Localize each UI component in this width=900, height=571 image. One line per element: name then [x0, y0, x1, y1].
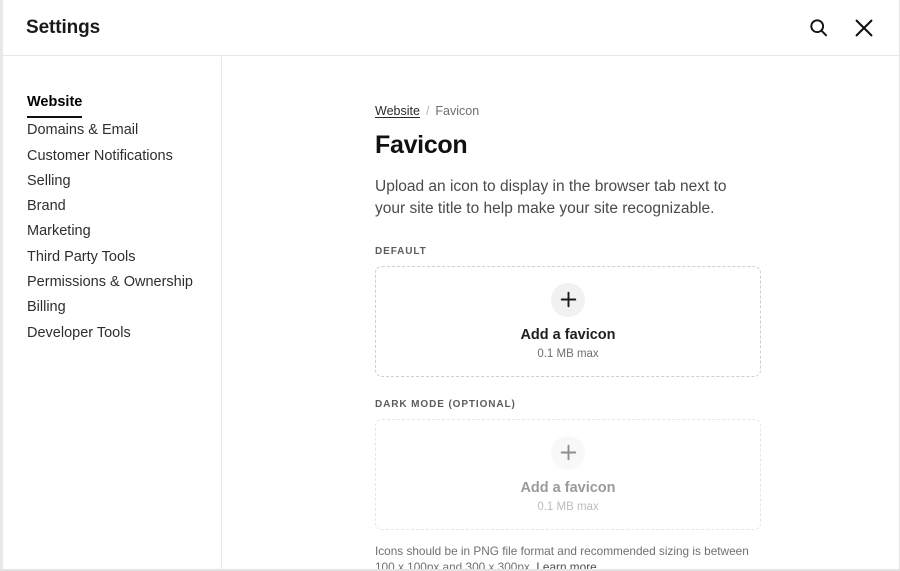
page-title: Favicon	[375, 131, 468, 159]
sidebar-item-label: Third Party Tools	[27, 248, 136, 265]
settings-window: Settings Website Domains & Email Custome…	[0, 0, 900, 571]
window-title: Settings	[26, 16, 101, 38]
breadcrumb-separator: /	[425, 104, 430, 118]
dropzone-title: Add a favicon	[520, 479, 616, 496]
sidebar-item-label: Website	[27, 90, 83, 119]
sidebar-item-domains-email[interactable]: Domains & Email	[3, 118, 221, 143]
dropzone-subtitle: 0.1 MB max	[537, 348, 599, 360]
header-actions	[803, 13, 879, 43]
default-section-label: DEFAULT	[375, 246, 427, 257]
window-header: Settings	[3, 0, 899, 56]
sidebar-item-billing[interactable]: Billing	[3, 295, 221, 320]
breadcrumb: Website / Favicon	[375, 104, 899, 118]
sidebar-item-label: Marketing	[27, 223, 91, 240]
sidebar-item-label: Selling	[27, 172, 71, 189]
sidebar-item-developer-tools[interactable]: Developer Tools	[3, 321, 221, 346]
favicon-dark-mode-dropzone[interactable]: Add a favicon 0.1 MB max	[375, 419, 761, 530]
sidebar-item-customer-notifications[interactable]: Customer Notifications	[3, 144, 221, 169]
dark-mode-section-label: DARK MODE (OPTIONAL)	[375, 399, 516, 410]
breadcrumb-current: Favicon	[435, 104, 480, 118]
plus-icon	[551, 282, 585, 317]
learn-more-link[interactable]: Learn more	[536, 560, 596, 569]
sidebar-item-label: Developer Tools	[27, 324, 131, 341]
favicon-default-dropzone[interactable]: Add a favicon 0.1 MB max	[375, 266, 761, 377]
sidebar-item-selling[interactable]: Selling	[3, 169, 221, 194]
page-description: Upload an icon to display in the browser…	[375, 178, 727, 217]
sidebar-item-label: Customer Notifications	[27, 147, 173, 164]
sidebar-item-label: Domains & Email	[27, 122, 139, 139]
plus-icon	[551, 435, 585, 470]
favicon-footnote: Icons should be in PNG file format and r…	[375, 543, 761, 569]
dropzone-title: Add a favicon	[520, 326, 616, 343]
dropzone-subtitle: 0.1 MB max	[537, 501, 599, 513]
close-icon[interactable]	[849, 13, 879, 43]
search-icon[interactable]	[803, 13, 833, 43]
sidebar-item-permissions-ownership[interactable]: Permissions & Ownership	[3, 270, 221, 295]
breadcrumb-link-website[interactable]: Website	[375, 104, 420, 118]
sidebar-item-label: Brand	[27, 198, 66, 215]
sidebar-item-marketing[interactable]: Marketing	[3, 219, 221, 244]
sidebar-item-label: Billing	[27, 299, 66, 316]
sidebar-nav-list: Website Domains & Email Customer Notific…	[3, 90, 221, 346]
sidebar-item-brand[interactable]: Brand	[3, 194, 221, 219]
sidebar-item-label: Permissions & Ownership	[27, 274, 193, 291]
sidebar-item-website[interactable]: Website	[3, 90, 221, 119]
settings-sidebar: Website Domains & Email Customer Notific…	[3, 57, 222, 569]
sidebar-item-third-party-tools[interactable]: Third Party Tools	[3, 245, 221, 270]
settings-main-panel: Website / Favicon Favicon Upload an icon…	[223, 57, 899, 569]
